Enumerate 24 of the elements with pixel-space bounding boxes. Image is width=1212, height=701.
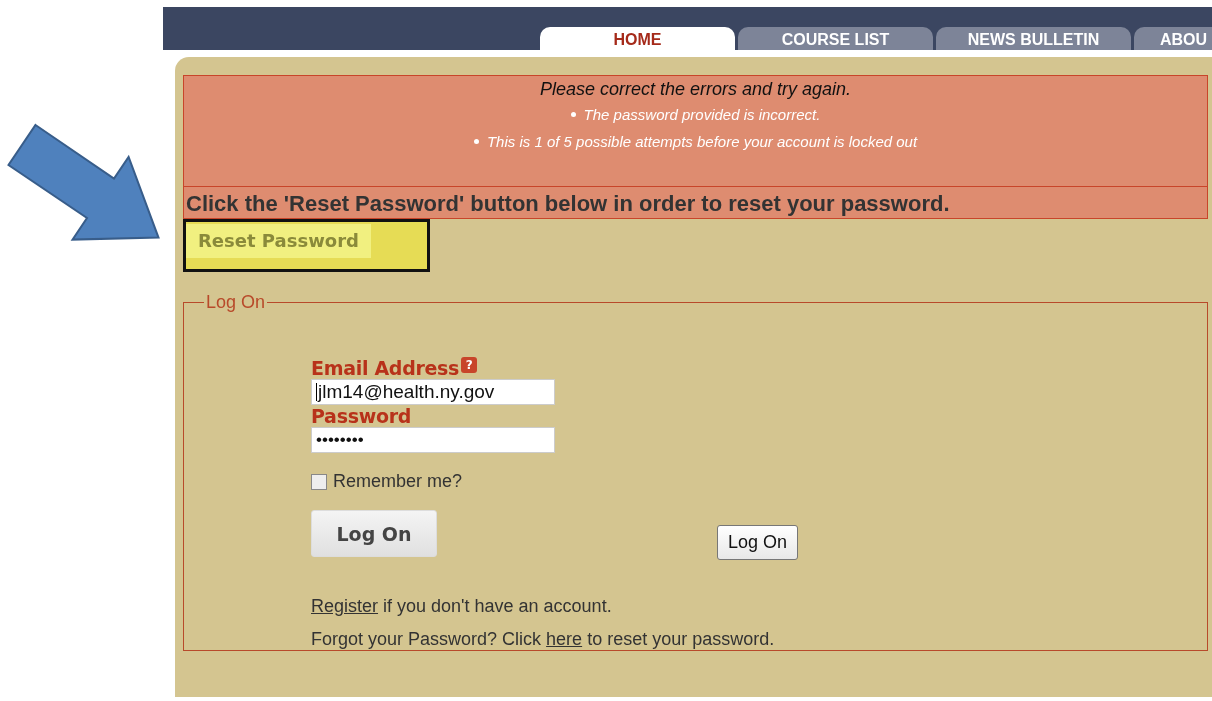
error-title: Please correct the errors and try again. xyxy=(538,79,853,100)
field-label: Email Address xyxy=(311,357,460,379)
email-field[interactable]: jlm14@health.ny.gov xyxy=(311,379,555,405)
register-text: Register if you don't have an account. xyxy=(311,596,613,617)
nav-tab[interactable]: COURSE LIST xyxy=(738,27,933,50)
nav-tab[interactable]: ABOU xyxy=(1134,27,1212,50)
nav-tab[interactable]: HOME xyxy=(540,27,735,50)
nav-tab[interactable]: NEWS BULLETIN xyxy=(936,27,1131,50)
forgot-password-text: Forgot your Password? Click here to reset your password. xyxy=(311,629,776,650)
password-field[interactable]: •••••••• xyxy=(311,427,555,453)
instruction-text: Click the 'Reset Password' button below in order to reset your password. xyxy=(184,186,1207,218)
log-on-button[interactable]: Log On xyxy=(717,525,799,560)
log-on-button[interactable]: Log On xyxy=(311,510,437,557)
error-message: The password provided is incorrect. xyxy=(583,106,821,123)
bullet-icon xyxy=(473,139,479,144)
here-link[interactable]: here xyxy=(546,629,583,649)
field-label: Password xyxy=(311,405,412,427)
fieldset-legend: Log On xyxy=(204,292,268,313)
remember-checkbox[interactable] xyxy=(311,473,327,490)
bullet-icon xyxy=(570,112,576,117)
error-message: This is 1 of 5 possible attempts before your account is locked out xyxy=(486,133,918,150)
register-link[interactable]: Register xyxy=(311,596,379,616)
checkbox-label: Remember me? xyxy=(333,471,463,492)
help-icon[interactable]: ? xyxy=(461,357,478,373)
